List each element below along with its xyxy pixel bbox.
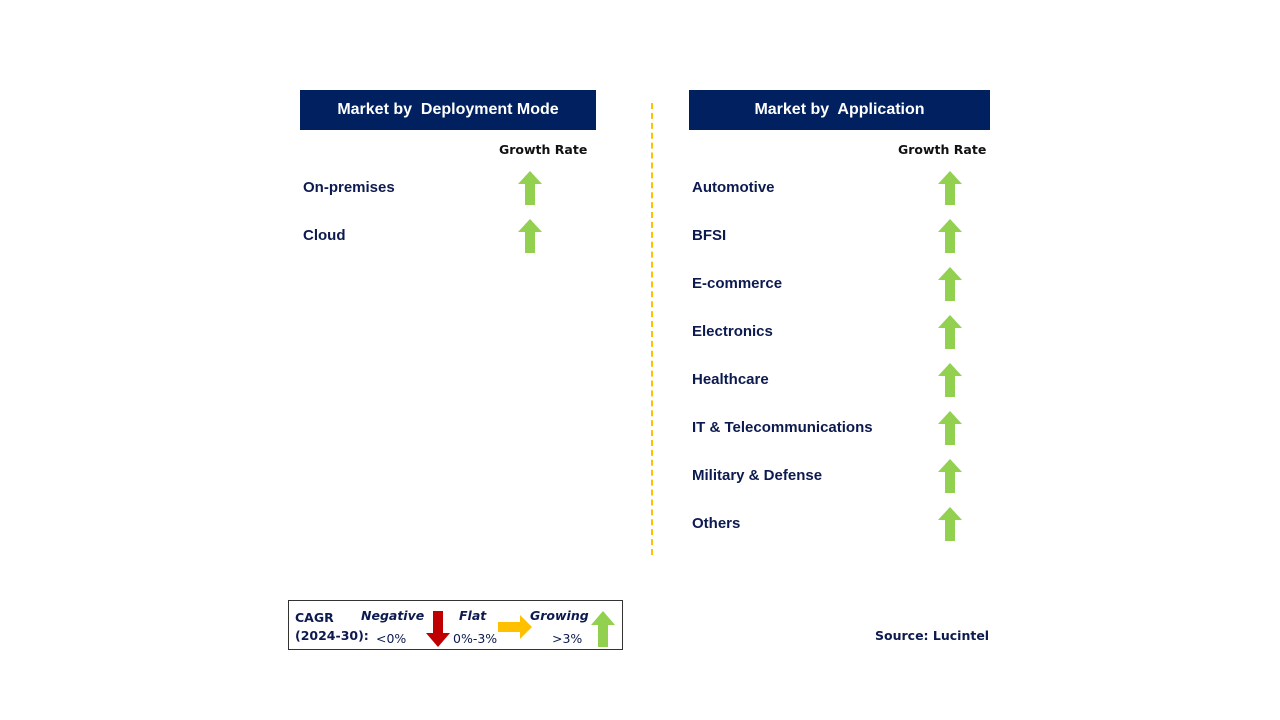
legend-negative-label: Negative [361,608,425,623]
arrow-up-icon [938,315,962,349]
segment-label: Electronics [692,323,773,340]
segment-label: IT & Telecommunications [692,419,873,436]
panel-divider [651,103,653,555]
arrow-up-icon [938,171,962,205]
deployment-mode-header: Market by Deployment Mode [300,90,596,130]
legend-growing-label: Growing [530,608,589,623]
legend-flat-label: Flat [459,608,487,623]
arrow-up-icon [938,219,962,253]
arrow-right-icon [498,615,532,639]
segment-label: Others [692,515,741,532]
cagr-legend: CAGR (2024-30): Negative <0% Flat 0%-3% … [288,600,623,650]
segment-label: E-commerce [692,275,783,292]
arrow-up-icon [591,611,615,647]
arrow-up-icon [938,507,962,541]
segment-label: Cloud [303,227,346,244]
arrow-up-icon [518,171,542,205]
arrow-up-icon [518,219,542,253]
segment-label: Automotive [692,179,775,196]
arrow-up-icon [938,267,962,301]
application-header: Market by Application [689,90,990,130]
right-growth-rate-label: Growth Rate [898,142,987,157]
legend-growing-range: >3% [552,631,583,646]
segment-label: Military & Defense [692,467,823,484]
left-growth-rate-label: Growth Rate [499,142,588,157]
legend-period-label: (2024-30): [295,628,369,643]
legend-flat-range: 0%-3% [453,631,498,646]
legend-negative-range: <0% [376,631,407,646]
segment-label: BFSI [692,227,727,244]
arrow-up-icon [938,411,962,445]
arrow-up-icon [938,459,962,493]
segment-label: Healthcare [692,371,769,388]
segment-label: On-premises [303,179,395,196]
source-label: Source: Lucintel [875,628,990,643]
arrow-up-icon [938,363,962,397]
arrow-down-icon [426,611,450,647]
legend-cagr-label: CAGR [295,610,334,625]
